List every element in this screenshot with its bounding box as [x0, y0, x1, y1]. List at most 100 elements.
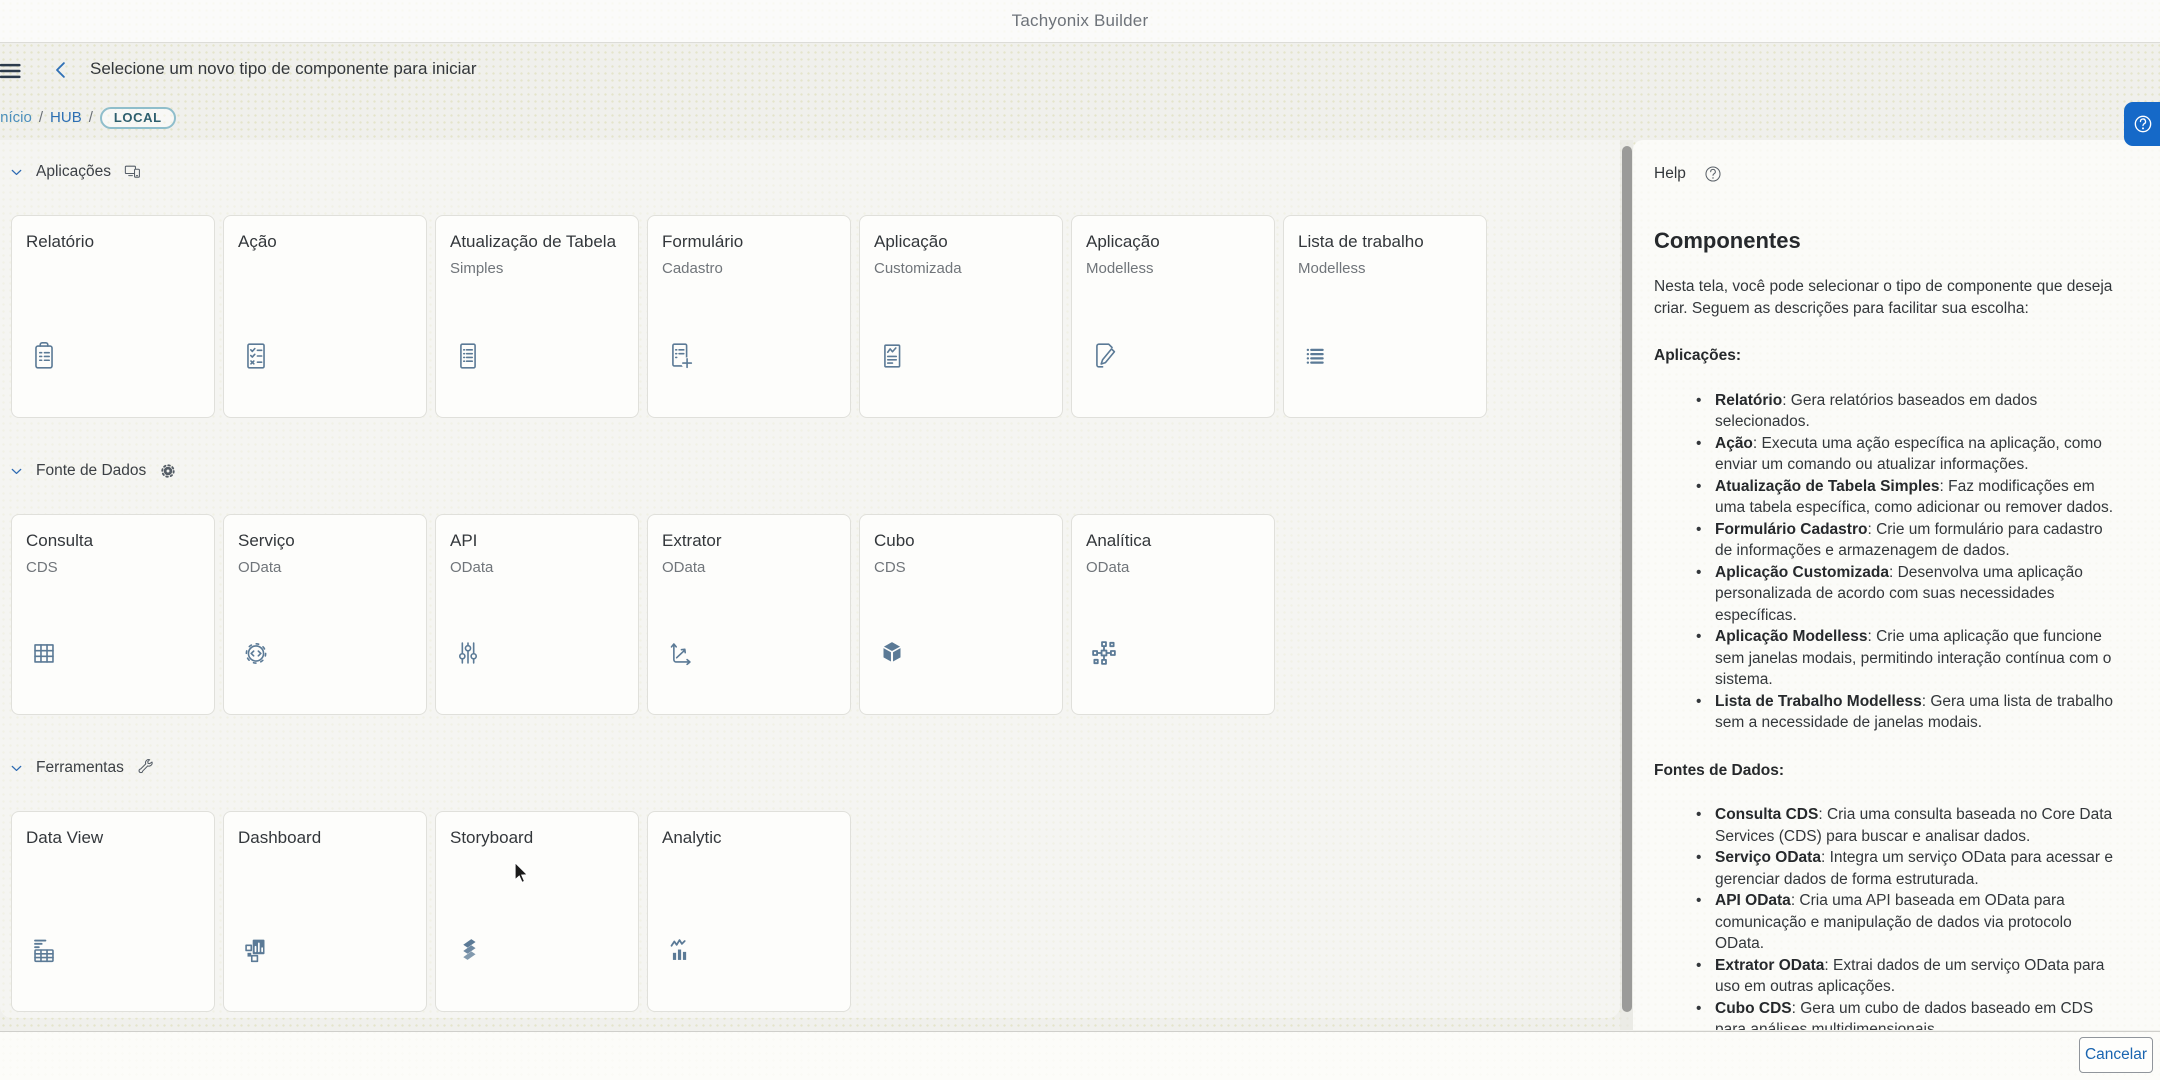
card-title: Aplicação — [874, 231, 1048, 253]
breadcrumb-link-hub[interactable]: HUB — [50, 109, 82, 126]
card-title: Lista de trabalho — [1298, 231, 1472, 253]
component-card[interactable]: AplicaçãoModelless — [1071, 215, 1275, 418]
component-card[interactable]: Extrator OData — [647, 514, 851, 715]
page-header: Selecione um novo tipo de componente par… — [0, 44, 2160, 95]
help-list-item: Aplicação Modelless: Crie uma aplicação … — [1688, 626, 2124, 691]
component-card[interactable]: Formulário Cadastro — [647, 215, 851, 418]
help-heading: Componentes — [1654, 228, 2124, 254]
card-title: Storyboard — [450, 827, 624, 849]
sliders-icon — [451, 636, 485, 670]
card-title: Relatório — [26, 231, 200, 253]
card-title: Extrator — [662, 530, 836, 552]
doc-edit-icon — [1087, 339, 1121, 373]
section-aplicacoes: Aplicações Relatório Ação Atualização de Ta… — [8, 162, 1612, 418]
card-title: Ação — [238, 231, 412, 253]
gear-code-icon — [239, 636, 273, 670]
back-icon[interactable] — [48, 57, 74, 83]
card-subtitle: OData — [1086, 559, 1260, 576]
dashboard-icon — [239, 933, 273, 967]
card-subtitle: Modelless — [1086, 260, 1260, 277]
card-title: Atualização de Tabela — [450, 231, 624, 253]
help-list-item: Extrator OData: Extrai dados de um servi… — [1688, 955, 2124, 998]
card-title: Formulário — [662, 231, 836, 253]
help-label: Help — [1654, 165, 1686, 183]
help-icon — [2131, 112, 2155, 136]
help-list-item: Relatório: Gera relatórios baseados em d… — [1688, 390, 2124, 433]
card-subtitle: Modelless — [1298, 260, 1472, 277]
component-card[interactable]: Ação — [223, 215, 427, 418]
section-header-fonte-de-dados[interactable]: Fonte de Dados — [8, 461, 1612, 481]
card-subtitle: Simples — [450, 260, 624, 277]
help-list-item: Lista de Trabalho Modelless: Gera uma li… — [1688, 691, 2124, 734]
list-icon — [1299, 339, 1333, 373]
component-card[interactable]: API OData — [435, 514, 639, 715]
component-card[interactable]: Storyboard — [435, 811, 639, 1012]
card-subtitle: OData — [450, 559, 624, 576]
component-card[interactable]: CuboCDS — [859, 514, 1063, 715]
shell-bar: Tachyonix Builder — [0, 0, 2160, 43]
breadcrumb-separator: / — [39, 109, 43, 126]
card-subtitle: CDS — [874, 559, 1048, 576]
scrollbar-track[interactable] — [1620, 140, 1633, 1030]
question-circle-icon[interactable] — [1702, 163, 1724, 185]
help-list-item: Cubo CDS: Gera um cubo de dados baseado … — [1688, 998, 2124, 1031]
table-grid-icon — [27, 636, 61, 670]
data-source-icon — [157, 460, 179, 482]
breadcrumb-link-inicio[interactable]: Início — [0, 109, 32, 126]
chevron-down-icon — [8, 164, 25, 181]
help-button[interactable] — [2124, 102, 2160, 146]
help-list-item: Consulta CDS: Cria uma consulta baseada … — [1688, 804, 2124, 847]
checklist-icon — [239, 339, 273, 373]
section-ferramentas: Ferramentas Data ViewDashboard Storyboard A… — [8, 758, 1612, 1012]
scrollbar-thumb[interactable] — [1622, 146, 1632, 1012]
help-list-item: Formulário Cadastro: Crie um formulário … — [1688, 519, 2124, 562]
card-title: Analítica — [1086, 530, 1260, 552]
help-panel: Help Componentes Nesta tela, você pode s… — [1633, 140, 2160, 1030]
component-card[interactable]: Lista de trabalho Modelless — [1283, 215, 1487, 418]
help-list: Consulta CDS: Cria uma consulta baseada … — [1654, 804, 2124, 1030]
trend-axis-icon — [663, 636, 697, 670]
component-card[interactable]: Atualização de Tabela Simples — [435, 215, 639, 418]
component-card[interactable]: Data View — [11, 811, 215, 1012]
help-group-title: Aplicações: — [1654, 345, 2124, 367]
cancel-button[interactable]: Cancelar — [2079, 1037, 2153, 1073]
card-subtitle: OData — [662, 559, 836, 576]
card-subtitle: Cadastro — [662, 260, 836, 277]
card-row: ConsultaCDSServiçoOData API OData Extrator O… — [11, 514, 1612, 715]
card-row: Relatório Ação Atualização de Tabela Simple… — [11, 215, 1612, 418]
component-card[interactable]: AplicaçãoCustomizada — [859, 215, 1063, 418]
local-badge: LOCAL — [100, 107, 176, 129]
devices-icon — [122, 161, 144, 183]
wrench-icon — [135, 757, 157, 779]
doc-chart-icon — [875, 339, 909, 373]
app-title: Tachyonix Builder — [1012, 11, 1149, 31]
storyboard-icon — [451, 933, 485, 967]
component-card[interactable]: Analytic — [647, 811, 851, 1012]
section-label: Aplicações — [36, 163, 111, 181]
breadcrumb: Início / HUB / LOCAL — [0, 95, 2160, 140]
help-list-item: Atualização de Tabela Simples: Faz modif… — [1688, 476, 2124, 519]
page-title: Selecione um novo tipo de componente par… — [90, 59, 477, 79]
footer-bar: Cancelar — [0, 1031, 2160, 1080]
component-card[interactable]: Analítica OData — [1071, 514, 1275, 715]
help-group-title: Fontes de Dados: — [1654, 760, 2124, 782]
breadcrumb-separator: / — [89, 109, 93, 126]
help-list-item: API OData: Cria uma API baseada em OData… — [1688, 890, 2124, 955]
section-header-ferramentas[interactable]: Ferramentas — [8, 758, 1612, 778]
section-header-aplicacoes[interactable]: Aplicações — [8, 162, 1612, 182]
component-card[interactable]: Dashboard — [223, 811, 427, 1012]
doc-plus-icon — [663, 339, 697, 373]
tachyonix-builder-app: Tachyonix Builder Selecione um novo tipo… — [0, 0, 2160, 1080]
data-view-icon — [27, 933, 61, 967]
component-card[interactable]: Relatório — [11, 215, 215, 418]
component-card[interactable]: ServiçoOData — [223, 514, 427, 715]
menu-icon[interactable] — [0, 56, 28, 86]
component-card[interactable]: ConsultaCDS — [11, 514, 215, 715]
clipboard-icon — [27, 339, 61, 373]
help-intro: Nesta tela, você pode selecionar o tipo … — [1654, 276, 2124, 319]
card-title: API — [450, 530, 624, 552]
section-label: Ferramentas — [36, 759, 124, 777]
cube-icon — [875, 636, 909, 670]
card-row: Data ViewDashboard Storyboard Analytic — [11, 811, 1612, 1012]
section-fonte-de-dados: Fonte de DadosConsultaCDSServiçoODataAPI… — [8, 461, 1612, 715]
